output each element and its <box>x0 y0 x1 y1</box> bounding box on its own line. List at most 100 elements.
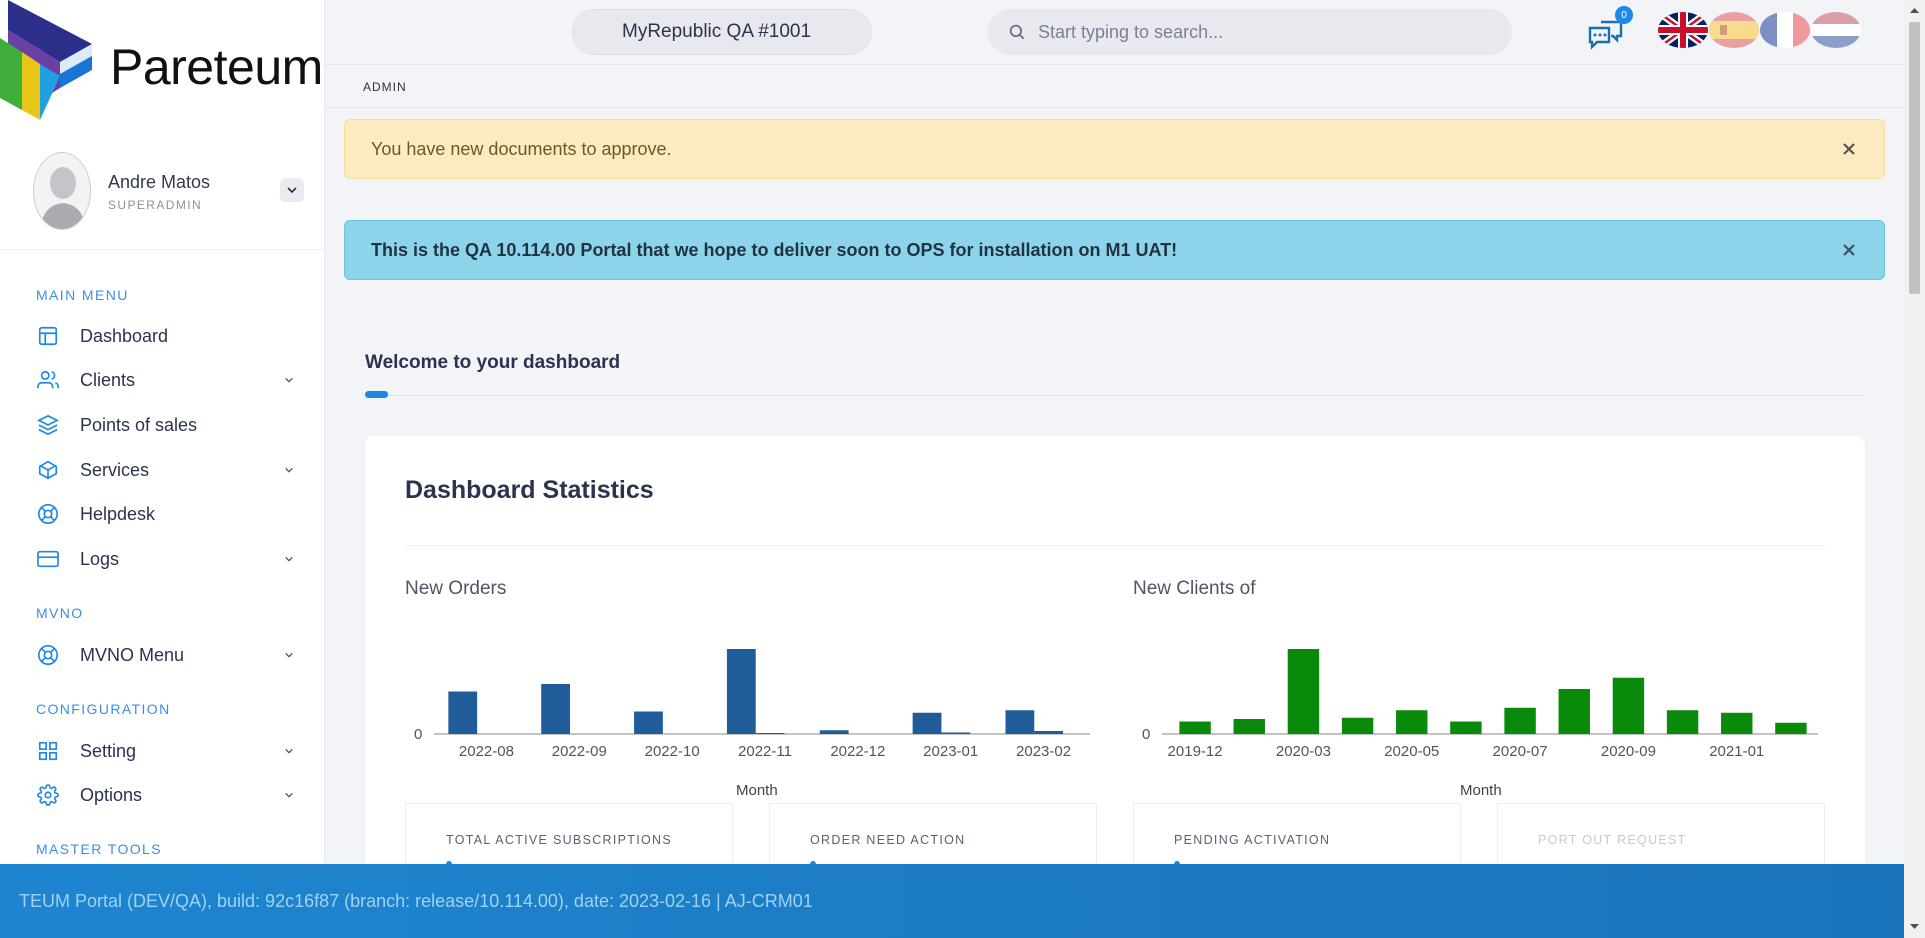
chart-bar <box>755 733 785 734</box>
stat-label: PORT OUT REQUEST <box>1538 833 1687 847</box>
chart-bar <box>1721 712 1753 734</box>
x-tick-label: 2023-01 <box>923 743 978 760</box>
united-kingdom-flag[interactable] <box>1658 12 1708 48</box>
y-tick-label: 0 <box>1142 726 1150 743</box>
sidebar-item-label: Points of sales <box>80 414 198 435</box>
tenant-selector[interactable]: MyRepublic QA #1001 <box>572 9 872 55</box>
chart-bar <box>1005 710 1035 734</box>
chart-bar <box>1558 689 1590 734</box>
sidebar-item-label: Setting <box>80 740 137 761</box>
chart-bar <box>1666 710 1699 734</box>
sidebar-item-label: Clients <box>80 369 136 390</box>
grid-icon <box>36 739 60 763</box>
x-tick-label: 2022-11 <box>738 743 792 760</box>
layers-icon <box>36 413 60 437</box>
chart-bar <box>634 711 663 734</box>
user-name: Andre Matos <box>108 172 211 192</box>
x-tick-label: 2022-10 <box>645 743 700 760</box>
user-profile: Andre Matos SUPERADMIN <box>0 150 325 250</box>
search-bar[interactable] <box>988 9 1512 55</box>
brand-name: Pareteum <box>110 39 323 95</box>
sidebar-item-helpdesk[interactable]: Helpdesk <box>36 497 296 531</box>
x-tick-label: 2021-01 <box>1709 743 1764 760</box>
sidebar-item-options[interactable]: Options <box>36 778 296 812</box>
sidebar-item-setting[interactable]: Setting <box>36 734 296 768</box>
chart-bar <box>726 649 756 734</box>
spain-flag[interactable] <box>1709 12 1759 48</box>
settings-icon <box>36 783 60 807</box>
welcome-heading: Welcome to your dashboard <box>365 352 621 373</box>
stat-label: ORDER NEED ACTION <box>810 833 966 847</box>
chart-bar <box>1287 649 1320 734</box>
avatar[interactable] <box>33 152 91 230</box>
chart-bar <box>1233 719 1265 734</box>
pareteum-logo-icon <box>0 0 92 120</box>
x-tick-label: 2020-07 <box>1493 743 1548 760</box>
sidebar-item-logs[interactable]: Logs <box>36 542 296 576</box>
x-tick-label: 2019-12 <box>1168 743 1223 760</box>
sidebar-item-mvno-menu[interactable]: MVNO Menu <box>36 638 296 672</box>
alert-info-text: This is the QA 10.114.00 Portal that we … <box>371 239 1178 260</box>
chevron-down-icon <box>282 788 296 802</box>
x-tick-label: 2022-12 <box>830 743 885 760</box>
chart-title-new-clients: New Clients of <box>1133 578 1256 599</box>
sidebar-item-clients[interactable]: Clients <box>36 363 296 397</box>
chevron-down-icon <box>282 373 296 387</box>
chart-bar <box>1396 710 1428 734</box>
alert-warning: You have new documents to approve. <box>344 119 1885 179</box>
box-icon <box>36 458 60 482</box>
credit-card-icon <box>36 547 60 571</box>
vertical-scrollbar[interactable] <box>1904 0 1925 938</box>
chart-bar <box>448 691 478 734</box>
search-input[interactable] <box>1038 21 1478 43</box>
sidebar: Pareteum Andre Matos SUPERADMIN MAIN MEN… <box>0 0 325 938</box>
x-tick-label: 2020-09 <box>1601 743 1656 760</box>
scroll-down-icon[interactable] <box>1910 922 1919 931</box>
section-master-tools: MASTER TOOLS <box>36 841 162 857</box>
sidebar-item-label: MVNO Menu <box>80 644 185 665</box>
close-icon <box>1843 143 1855 155</box>
chart-bar <box>541 684 570 734</box>
card-divider <box>405 545 1825 546</box>
sidebar-item-services[interactable]: Services <box>36 453 296 487</box>
sidebar-item-points-of-sales[interactable]: Points of sales <box>36 408 296 442</box>
search-icon <box>1006 21 1028 43</box>
breadcrumb-divider <box>325 107 1905 108</box>
close-info-button[interactable] <box>1838 239 1860 261</box>
chart-title-new-orders: New Orders <box>405 578 507 599</box>
x-tick-label: 2020-03 <box>1276 743 1331 760</box>
chevron-down-icon <box>287 187 297 194</box>
sidebar-item-label: Options <box>80 784 143 805</box>
france-flag[interactable] <box>1760 12 1810 48</box>
life-buoy-icon <box>36 643 60 667</box>
build-info-footer: TEUM Portal (DEV/QA), build: 92c16f87 (b… <box>0 864 1904 938</box>
chart-bar <box>1775 722 1807 734</box>
sidebar-item-label: Services <box>80 459 150 480</box>
chart-bar <box>1450 721 1482 734</box>
scrollbar-thumb[interactable] <box>1909 22 1920 294</box>
welcome-divider <box>365 395 1865 396</box>
users-icon <box>36 368 60 392</box>
sidebar-item-dashboard[interactable]: Dashboard <box>36 319 296 353</box>
section-configuration: CONFIGURATION <box>36 701 171 717</box>
card-title: Dashboard Statistics <box>405 476 654 504</box>
chart-bar <box>941 732 971 734</box>
scroll-up-icon[interactable] <box>1910 6 1919 15</box>
welcome-accent <box>365 391 388 398</box>
stat-label: TOTAL ACTIVE SUBSCRIPTIONS <box>446 833 672 847</box>
netherlands-flag[interactable] <box>1811 12 1861 48</box>
chart-bar <box>1179 721 1211 734</box>
close-warning-button[interactable] <box>1838 138 1860 160</box>
top-header: MyRepublic QA #1001 0 <box>325 0 1905 65</box>
user-avatar-icon <box>34 153 90 229</box>
breadcrumb[interactable]: ADMIN <box>363 80 407 94</box>
y-tick-label: 0 <box>414 726 422 743</box>
brand-logo[interactable]: Pareteum <box>0 0 325 138</box>
x-tick-label: 2020-05 <box>1384 743 1439 760</box>
chart-bar <box>1612 677 1645 734</box>
chevron-down-icon <box>282 463 296 477</box>
user-role: SUPERADMIN <box>108 198 203 212</box>
user-menu-toggle[interactable] <box>280 178 304 202</box>
alert-info: This is the QA 10.114.00 Portal that we … <box>344 220 1885 280</box>
chevron-down-icon <box>282 648 296 662</box>
